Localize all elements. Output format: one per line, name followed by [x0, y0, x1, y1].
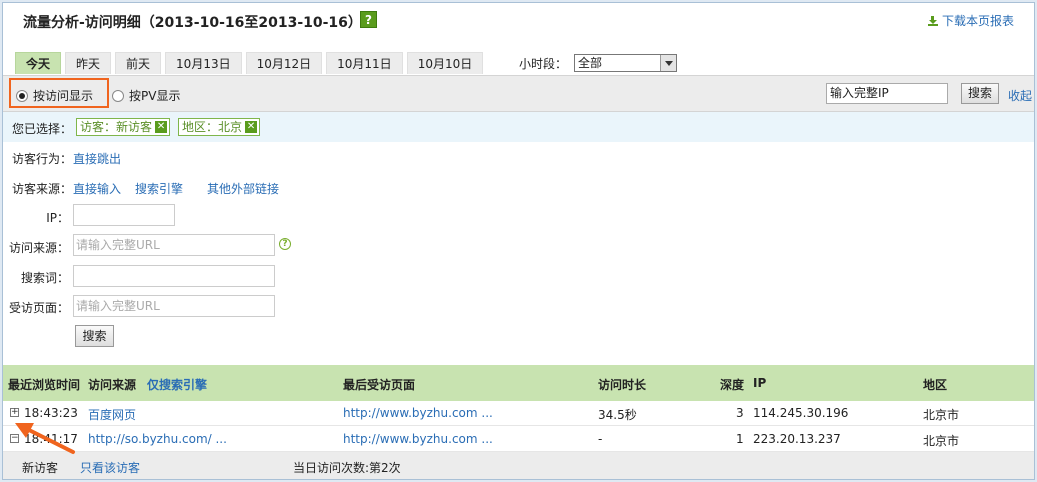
source-label: 访客来源：: [12, 182, 73, 196]
tab-oct-10[interactable]: 10月10日: [406, 52, 484, 74]
row-time: 18:41:17: [24, 432, 78, 446]
source-option-external[interactable]: 其他外部链接: [207, 180, 279, 197]
row-ip: 223.20.13.237: [753, 432, 841, 446]
row-depth: 3: [736, 406, 744, 420]
col-time: 最近浏览时间: [8, 378, 81, 392]
radio-by-pv[interactable]: 按PV显示: [112, 87, 180, 104]
row-duration: -: [598, 432, 603, 446]
behavior-label: 访客行为：: [12, 152, 73, 166]
radio-checked-icon[interactable]: [16, 89, 28, 102]
keyword-label: 搜索词：: [20, 271, 69, 285]
radio-by-visit[interactable]: 按访问显示: [16, 87, 93, 104]
col-last-page: 最后受访页面: [343, 378, 416, 392]
row-last-page-link[interactable]: http://www.byzhu.com ...: [343, 432, 493, 446]
download-report-link[interactable]: 下载本页报表: [927, 12, 1014, 29]
landing-url-field[interactable]: 请输入完整URL: [73, 295, 275, 317]
col-depth: 深度: [720, 378, 745, 392]
row-last-page-link[interactable]: http://www.byzhu.com ...: [343, 406, 493, 420]
landing-label: 受访页面：: [9, 301, 70, 315]
radio-by-visit-label: 按访问显示: [33, 89, 94, 103]
selected-filters-label: 您已选择：: [12, 122, 73, 136]
row-region: 北京市: [923, 434, 960, 448]
date-tabs: 今天 昨天 前天 10月13日 10月12日 10月11日 10月10日: [15, 52, 484, 74]
help-icon[interactable]: ?: [279, 238, 291, 250]
table-row: − 18:41:17 http://so.byzhu.com/ ... http…: [3, 427, 1034, 452]
tab-today[interactable]: 今天: [15, 52, 62, 74]
row-duration: 34.5秒: [598, 408, 637, 422]
row-time: 18:43:23: [24, 406, 78, 420]
period-select-value: 全部: [578, 56, 603, 70]
ip-search-input[interactable]: 输入完整IP: [826, 83, 948, 104]
visitor-type: 新访客: [22, 461, 59, 475]
help-icon[interactable]: ?: [360, 11, 377, 28]
filter-chip-visitor: 访客：新访客 ✕: [76, 118, 171, 136]
expand-icon[interactable]: +: [10, 408, 19, 417]
period-label: 小时段：: [519, 57, 568, 71]
page-title: 流量分析-访问明细（2013-10-16至2013-10-16）: [23, 15, 362, 31]
display-mode-bar: 按访问显示 按PV显示 输入完整IP 搜索 收起: [3, 75, 1034, 112]
tab-yesterday[interactable]: 昨天: [65, 52, 112, 74]
period-select[interactable]: 全部: [574, 54, 677, 72]
table-row: + 18:43:23 百度网页 http://www.byzhu.com ...…: [3, 401, 1034, 426]
visitor-detail-row: 新访客 只看该访客 当日访问次数:第2次: [3, 452, 1034, 479]
tab-day-before[interactable]: 前天: [115, 52, 162, 74]
filter-search-button[interactable]: 搜索: [75, 325, 114, 347]
behavior-option-bounce[interactable]: 直接跳出: [73, 150, 121, 167]
tab-oct-11[interactable]: 10月11日: [326, 52, 403, 74]
tab-oct-13[interactable]: 10月13日: [165, 52, 242, 74]
source-option-search-engine[interactable]: 搜索引擎: [135, 180, 183, 197]
row-depth: 1: [736, 432, 744, 446]
col-region: 地区: [923, 378, 948, 392]
referrer-label: 访问来源：: [9, 241, 70, 255]
close-icon[interactable]: ✕: [245, 121, 258, 133]
filter-chip-region: 地区：北京 ✕: [178, 118, 261, 136]
keyword-field[interactable]: [73, 265, 275, 287]
ip-field[interactable]: [73, 204, 175, 226]
radio-unchecked-icon[interactable]: [112, 89, 124, 102]
close-icon[interactable]: ✕: [155, 121, 168, 133]
col-ip: IP: [753, 376, 767, 390]
search-engine-only-link[interactable]: 仅搜索引擎: [147, 376, 207, 393]
selected-filters: 您已选择： 访客：新访客 ✕ 地区：北京 ✕: [3, 112, 1034, 142]
ip-label: IP：: [46, 211, 69, 225]
tab-oct-12[interactable]: 10月12日: [245, 52, 323, 74]
visit-count: 当日访问次数:第2次: [293, 461, 401, 475]
only-this-visitor-link[interactable]: 只看该访客: [80, 459, 140, 476]
row-ip: 114.245.30.196: [753, 406, 849, 420]
source-option-direct[interactable]: 直接输入: [73, 180, 121, 197]
col-source: 访问来源: [88, 378, 137, 392]
report-panel: 流量分析-访问明细（2013-10-16至2013-10-16） ? 下载本页报…: [2, 2, 1035, 480]
collapse-link[interactable]: 收起: [1008, 87, 1032, 104]
chevron-down-icon[interactable]: [660, 55, 676, 71]
filter-chip-text: 地区：北京: [182, 120, 243, 134]
filter-chip-text: 访客：新访客: [80, 120, 153, 134]
ip-search-button[interactable]: 搜索: [961, 83, 999, 104]
col-duration: 访问时长: [598, 378, 647, 392]
row-source-link[interactable]: http://so.byzhu.com/ ...: [88, 432, 227, 446]
download-icon: [927, 16, 938, 26]
table-header: 最近浏览时间 访问来源 仅搜索引擎 最后受访页面 访问时长 深度 IP 地区: [3, 365, 1034, 401]
row-region: 北京市: [923, 408, 960, 422]
referrer-url-field[interactable]: 请输入完整URL: [73, 234, 275, 256]
radio-by-pv-label: 按PV显示: [129, 89, 181, 103]
collapse-icon[interactable]: −: [10, 434, 19, 443]
download-report-label: 下载本页报表: [941, 14, 1014, 28]
row-source-link[interactable]: 百度网页: [88, 406, 136, 423]
